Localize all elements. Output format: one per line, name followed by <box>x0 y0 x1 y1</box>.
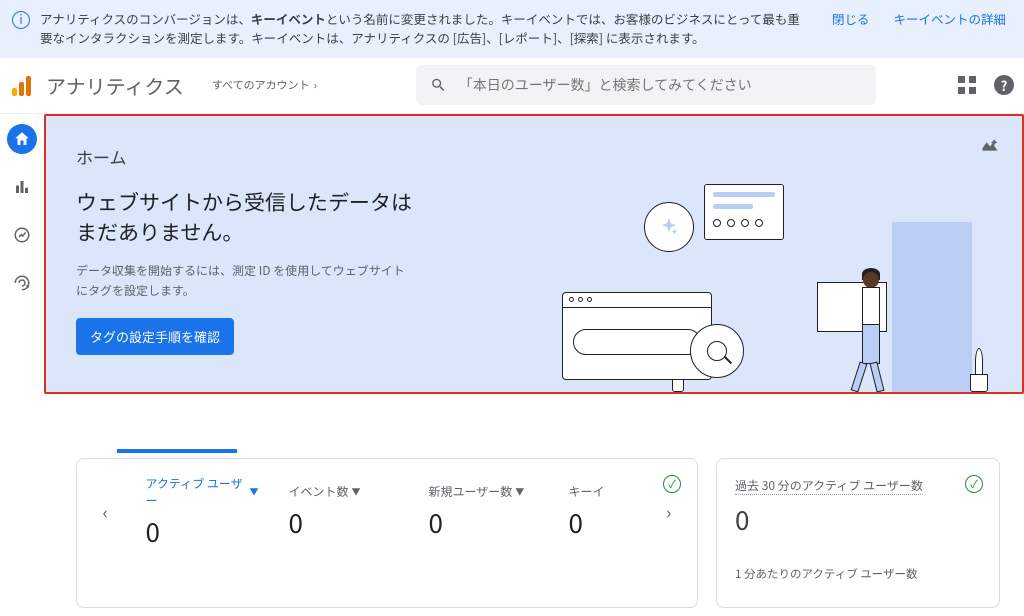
status-check-icon: ✓ <box>965 475 983 493</box>
nav-explore[interactable] <box>7 220 37 250</box>
realtime-value: 0 <box>735 501 981 538</box>
realtime-subtitle: 1 分あたりのアクティブ ユーザー数 <box>735 566 981 582</box>
brand-title: アナリティクス <box>46 71 184 100</box>
page-title: ホーム <box>76 144 446 169</box>
nav-reports[interactable] <box>7 172 37 202</box>
setup-tag-button[interactable]: タグの設定手順を確認 <box>76 318 234 355</box>
metric-events[interactable]: イベント数▼ 0 <box>288 483 398 541</box>
notice-message: アナリティクスのコンバージョンは、キーイベントという名前に変更されました。キーイ… <box>40 10 812 48</box>
sparkle-decor-icon <box>644 202 694 252</box>
home-icon <box>13 130 31 148</box>
search-input[interactable] <box>459 77 862 93</box>
bar-chart-icon <box>13 178 31 196</box>
hero-illustration <box>562 202 992 392</box>
target-icon <box>13 274 31 292</box>
realtime-card: ✓ 過去 30 分のアクティブ ユーザー数 0 1 分あたりのアクティブ ユーザ… <box>716 458 1000 608</box>
notice-bold: キーイベント <box>251 9 326 28</box>
insights-icon[interactable] <box>980 134 1000 160</box>
metrics-card: ✓ ‹ アクティブ ユーザー▼ 0 イベント数▼ 0 新規ユーザー数▼ 0 <box>76 458 698 608</box>
metric-new-users[interactable]: 新規ユーザー数▼ 0 <box>428 483 538 541</box>
analytics-logo-icon <box>12 74 34 96</box>
nav-advertising[interactable] <box>7 268 37 298</box>
account-label: すべてのアカウント <box>212 77 310 93</box>
clock-trend-icon <box>13 226 31 244</box>
search-icon <box>430 76 447 94</box>
hero-description: データ収集を開始するには、測定 ID を使用してウェブサイトにタグを設定します。 <box>76 261 416 299</box>
caret-down-icon: ▼ <box>515 485 524 498</box>
app-header: アナリティクス すべてのアカウント › ▾ ? <box>0 58 1024 114</box>
metric-active-users[interactable]: アクティブ ユーザー▼ 0 <box>146 475 259 550</box>
realtime-title: 過去 30 分のアクティブ ユーザー数 <box>735 477 923 495</box>
hero-heading: ウェブサイトから受信したデータは まだありません。 <box>76 187 446 248</box>
chevron-right-icon: › <box>314 77 317 93</box>
account-picker[interactable]: すべてのアカウント › <box>212 77 317 93</box>
search-box[interactable] <box>416 65 876 105</box>
caret-down-icon: ▼ <box>249 485 258 498</box>
info-icon: i <box>12 11 30 29</box>
nav-home[interactable] <box>7 124 37 154</box>
notice-banner: i アナリティクスのコンバージョンは、キーイベントという名前に変更されました。キ… <box>0 0 1024 58</box>
apps-grid-icon[interactable] <box>958 76 976 94</box>
hero-card: ホーム ウェブサイトから受信したデータは まだありません。 データ収集を開始する… <box>44 114 1024 394</box>
status-check-icon: ✓ <box>663 475 681 493</box>
metrics-prev[interactable]: ‹ <box>95 499 116 525</box>
metric-key-events[interactable]: キーイ 0 <box>568 483 628 541</box>
caret-down-icon: ▼ <box>352 485 361 498</box>
notice-details-link[interactable]: キーイベントの詳細 <box>893 10 1006 29</box>
active-tab-indicator <box>117 449 237 453</box>
help-icon[interactable]: ? <box>994 75 1014 95</box>
notice-close[interactable]: 閉じる <box>832 10 870 29</box>
left-nav <box>0 114 44 616</box>
metrics-next[interactable]: › <box>658 499 679 525</box>
notice-pre: アナリティクスのコンバージョンは、 <box>40 9 251 28</box>
